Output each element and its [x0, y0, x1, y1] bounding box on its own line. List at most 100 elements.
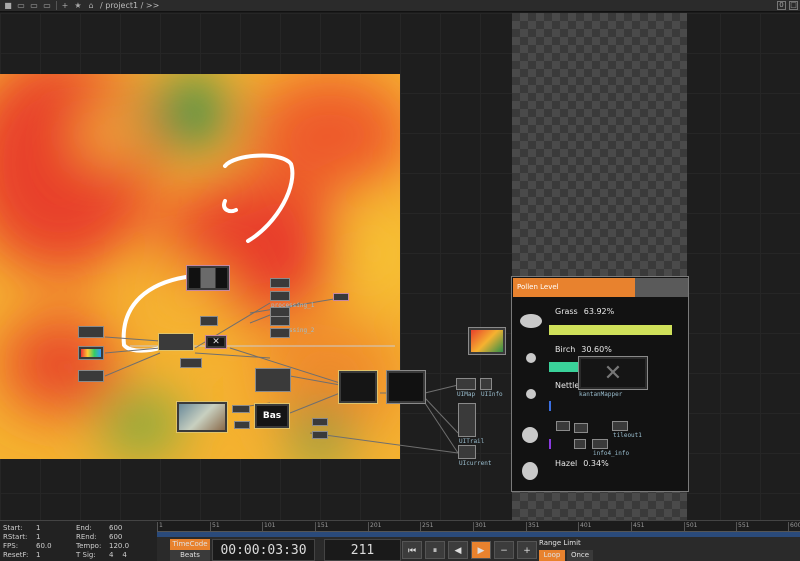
node-small-10[interactable] — [312, 431, 328, 439]
nettle-icon — [526, 389, 536, 399]
node-stroke[interactable] — [338, 370, 378, 404]
node-label: UIMap — [457, 391, 476, 398]
beats-mode-button[interactable]: Beats — [170, 550, 210, 561]
timeline-ruler[interactable]: 1 51 101 151 201 251 301 351 401 451 501 551 600 — [157, 521, 800, 532]
node-small-7[interactable] — [232, 405, 250, 413]
home-icon[interactable]: ⌂ — [86, 1, 96, 11]
node-small-2[interactable] — [333, 293, 349, 301]
grass-icon — [520, 314, 542, 328]
pollen-row-grass: Grass 63.92% — [555, 307, 614, 316]
step-back-button[interactable]: − — [494, 541, 514, 559]
current-frame-field[interactable]: 211 — [324, 539, 401, 561]
pollen-level-panel: Pollen Level Grass 63.92% Birch 30.60% Net… — [511, 276, 689, 492]
split-icon[interactable]: ▭ — [29, 1, 39, 11]
node-info4[interactable]: info4_info — [592, 439, 629, 457]
node-label: UIInfo — [481, 391, 503, 398]
star-icon[interactable]: ★ — [73, 1, 83, 11]
once-button[interactable]: Once — [567, 550, 593, 561]
pollen-bar-nettle — [549, 401, 551, 411]
loop-button[interactable]: Loop — [539, 550, 565, 561]
node-processing-1[interactable]: processing_1 — [270, 291, 314, 309]
resetf-field[interactable]: ResetF: 1 — [3, 551, 40, 559]
node-thumbnail — [389, 373, 423, 401]
fps-field[interactable]: FPS: 60.0 — [3, 542, 52, 550]
end-field[interactable]: End: 600 — [76, 524, 122, 532]
layout-icon[interactable]: ▭ — [42, 1, 52, 11]
ruler-tick: 551 — [736, 522, 750, 531]
node-top-video[interactable] — [186, 265, 230, 291]
node-thumbnail — [189, 268, 227, 288]
ruler-tick: 1 — [157, 522, 163, 531]
rewind-button[interactable]: ⏮ — [402, 541, 422, 559]
rstart-field[interactable]: RStart: 1 — [3, 533, 40, 541]
node-input-a[interactable] — [78, 326, 104, 338]
ruler-tick: 101 — [262, 522, 276, 531]
node-uiinfo[interactable]: UIInfo — [480, 378, 503, 398]
tsig-field[interactable]: T Sig: 4 4 — [76, 551, 127, 559]
network-path[interactable]: / project1 / >> — [100, 1, 159, 10]
ruler-tick: 501 — [684, 522, 698, 531]
node-thumbnail — [341, 373, 375, 401]
playback-controls: TimeCode Beats 00:00:03:30 211 ⏮ ⏸ ◀ ▶ −… — [157, 537, 800, 561]
timecode-mode-button[interactable]: TimeCode — [170, 539, 210, 550]
pollen-pct: 63.92% — [583, 307, 615, 316]
pollen-bar-hazel — [549, 439, 551, 449]
node-uicurrent[interactable]: UIcurrent — [458, 445, 492, 467]
node-selected-comp[interactable] — [158, 333, 194, 351]
node-uitrail[interactable]: UITrail — [458, 403, 484, 445]
pollen-pct: 30.60% — [581, 345, 612, 354]
network-editor[interactable]: processing_1 processing_2 ✕ Bas UIMap UI… — [0, 13, 800, 520]
ruler-tick: 301 — [473, 522, 487, 531]
node-result[interactable] — [386, 370, 426, 404]
pollen-name: Hazel — [555, 459, 578, 468]
node-camera-image[interactable] — [176, 401, 228, 433]
node-bas[interactable]: Bas — [254, 403, 290, 429]
node-small-6[interactable] — [180, 358, 202, 368]
step-forward-button[interactable]: + — [517, 541, 537, 559]
tempo-field[interactable]: Tempo: 120.0 — [76, 542, 129, 550]
node-render[interactable] — [255, 368, 291, 392]
node-small-11[interactable] — [556, 421, 570, 431]
node-small-13[interactable] — [574, 439, 586, 449]
node-small-5[interactable] — [270, 328, 290, 338]
reverse-button[interactable]: ◀ — [448, 541, 468, 559]
node-label: tileout1 — [613, 432, 642, 439]
node-uimap[interactable]: UIMap — [456, 378, 476, 398]
node-small-8[interactable] — [234, 421, 250, 429]
node-processing-2[interactable]: processing_2 — [270, 316, 314, 334]
panel-icon[interactable]: ▭ — [16, 1, 26, 11]
node-small-12[interactable] — [574, 423, 588, 433]
count-badge: 0 — [777, 1, 786, 10]
timeline-bar: Start: 1 End: 600 RStart: 1 REnd: 600 FPS: 60… — [0, 520, 800, 561]
node-ramp[interactable] — [78, 346, 104, 360]
hazel-leaf-icon — [522, 427, 538, 443]
node-map-preview[interactable] — [468, 327, 506, 355]
pollen-pct: 0.34% — [583, 459, 609, 468]
menu-icon[interactable]: ■ — [3, 1, 13, 11]
window-icon[interactable]: □ — [789, 1, 798, 10]
node-tileout[interactable]: tileout1 — [612, 421, 642, 439]
rend-field[interactable]: REnd: 600 — [76, 533, 122, 541]
node-small-9[interactable] — [312, 418, 328, 426]
ruler-tick: 201 — [368, 522, 382, 531]
node-label: kantanMapper — [579, 391, 623, 398]
node-small-4[interactable] — [200, 316, 218, 326]
start-field[interactable]: Start: 1 — [3, 524, 40, 532]
ruler-tick: 351 — [526, 522, 540, 531]
play-button[interactable]: ▶ — [471, 541, 491, 559]
birch-icon — [526, 353, 536, 363]
separator — [56, 1, 57, 10]
ruler-tick: 51 — [210, 522, 220, 531]
timeline-info: Start: 1 End: 600 RStart: 1 REnd: 600 FPS: 60… — [0, 521, 157, 561]
ruler-tick: 151 — [315, 522, 329, 531]
node-null[interactable]: ✕ — [205, 335, 227, 349]
node-small-1[interactable] — [270, 278, 290, 288]
timecode-display[interactable]: 00:00:03:30 — [212, 539, 315, 561]
ruler-tick: 451 — [631, 522, 645, 531]
node-kantanmapper[interactable]: ✕ kantanMapper — [578, 356, 648, 398]
add-icon[interactable]: + — [60, 1, 70, 11]
node-input-c[interactable] — [78, 370, 104, 382]
pollen-name: Birch — [555, 345, 576, 354]
pollen-name: Grass — [555, 307, 578, 316]
pause-button[interactable]: ⏸ — [425, 541, 445, 559]
